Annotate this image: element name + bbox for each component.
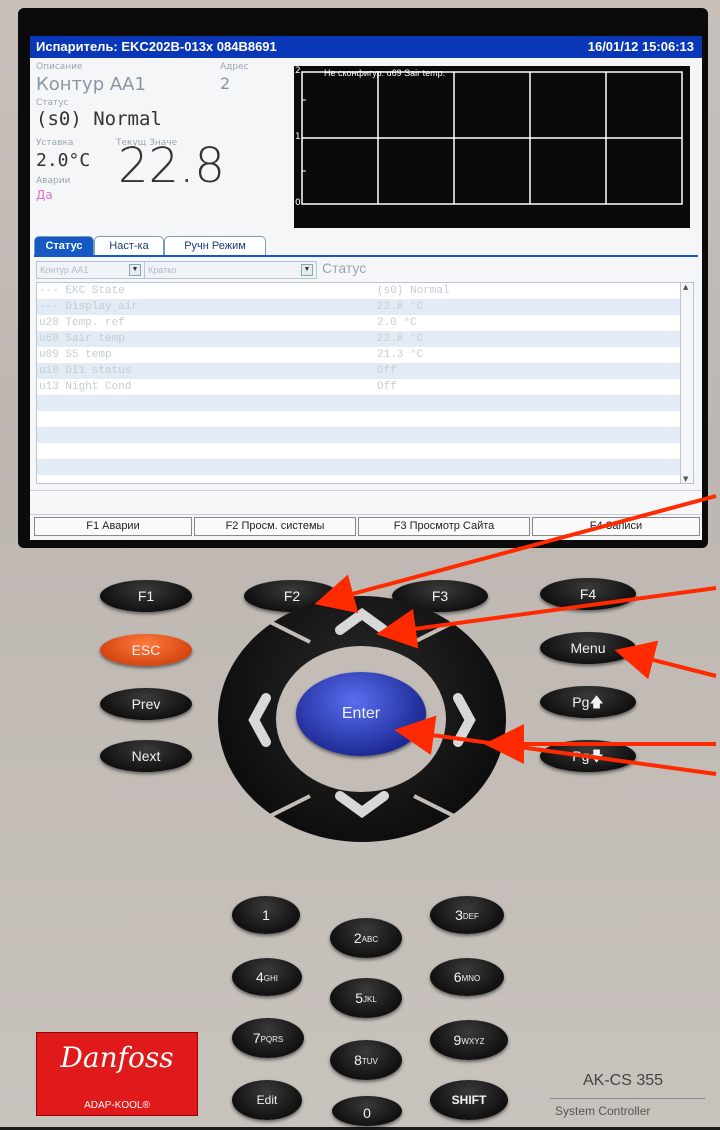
- annotation-arrow: [376, 586, 717, 649]
- controller-panel: Испаритель: EKC202B-013x 084B8691 16/01/…: [0, 0, 720, 1127]
- annotation-arrow: [394, 715, 717, 776]
- annotation-arrows: [314, 494, 717, 776]
- annotation-arrow: [314, 494, 717, 614]
- annotation-arrow: [614, 640, 717, 680]
